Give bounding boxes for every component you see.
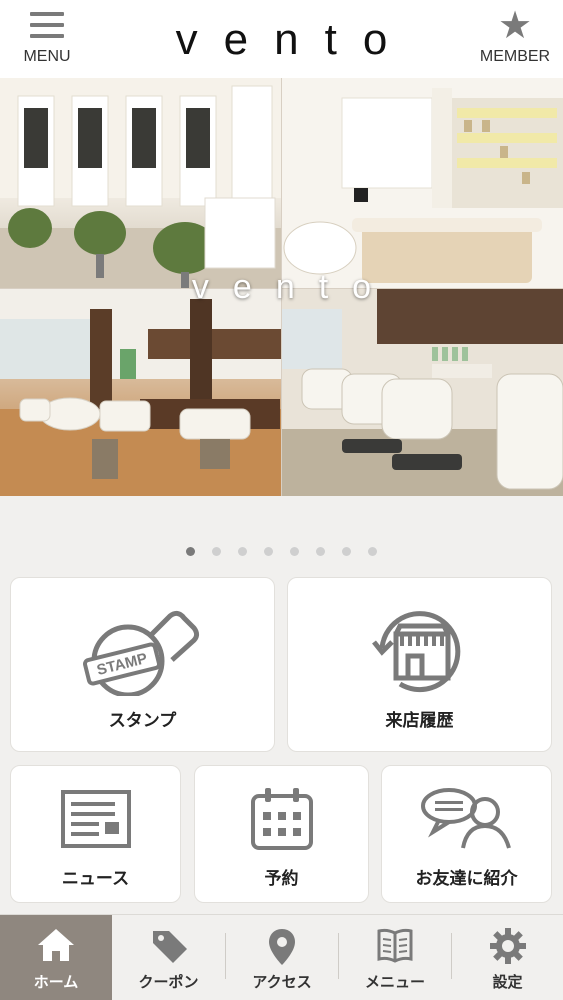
tab-home[interactable]: ホーム [0,915,112,1000]
salon-photo-shampoo [282,289,563,496]
carousel-dot[interactable] [316,547,326,556]
tab-settings-label: 設定 [492,973,523,991]
tab-coupon[interactable]: クーポン [112,915,225,1000]
visit-history-label: 来店履歴 [385,711,454,731]
storefront-history-icon [371,611,460,693]
tab-settings[interactable]: 設定 [452,915,563,1000]
carousel-dot[interactable] [211,547,221,556]
person-chat-icon [420,788,511,849]
tab-coupon-label: クーポン [138,973,199,991]
news-label: ニュース [61,869,130,889]
referral-tile[interactable]: お友達に紹介 [381,765,552,903]
carousel-dot[interactable] [368,547,378,556]
tab-menu-label: メニュー [364,973,425,991]
gear-icon [489,928,526,964]
newspaper-icon [60,790,131,848]
member-label: MEMBER [479,48,551,65]
salon-photo-stations [0,78,281,288]
stamp-label: スタンプ [108,711,177,731]
referral-label: お友達に紹介 [415,869,518,889]
app-header: MENU vento ★ MEMBER [0,0,563,78]
star-icon: ★ [497,3,533,47]
tab-access[interactable]: アクセス [226,915,338,1000]
carousel-dot[interactable] [342,547,352,556]
reservation-label: 予約 [264,869,299,889]
carousel-dot[interactable] [185,547,195,556]
map-pin-icon [269,929,295,965]
calendar-icon [250,788,313,850]
visit-history-tile[interactable]: 来店履歴 [287,577,552,752]
hero-overlay-logo: vento [191,268,396,306]
tag-icon [152,931,187,963]
news-tile[interactable]: ニュース [10,765,181,903]
salon-photo-treatment [282,78,563,288]
stamp-tile[interactable]: STAMP スタンプ [10,577,275,752]
salon-photo-lounge [0,289,281,496]
hero-carousel[interactable]: vento [0,78,563,496]
bottom-tab-bar: ホーム クーポン アクセス メニュー 設定 [0,914,563,1000]
carousel-dot[interactable] [290,547,300,556]
book-icon [377,928,413,963]
carousel-pagination [0,541,563,556]
tab-home-label: ホーム [33,973,79,991]
tab-menu[interactable]: メニュー [339,915,451,1000]
member-button[interactable]: ★ MEMBER [473,6,557,72]
reservation-tile[interactable]: 予約 [194,765,369,903]
carousel-dot[interactable] [263,547,273,556]
home-icon [38,929,74,961]
tab-access-label: アクセス [252,973,312,991]
carousel-dot[interactable] [237,547,247,556]
stamp-icon: STAMP [82,610,199,696]
